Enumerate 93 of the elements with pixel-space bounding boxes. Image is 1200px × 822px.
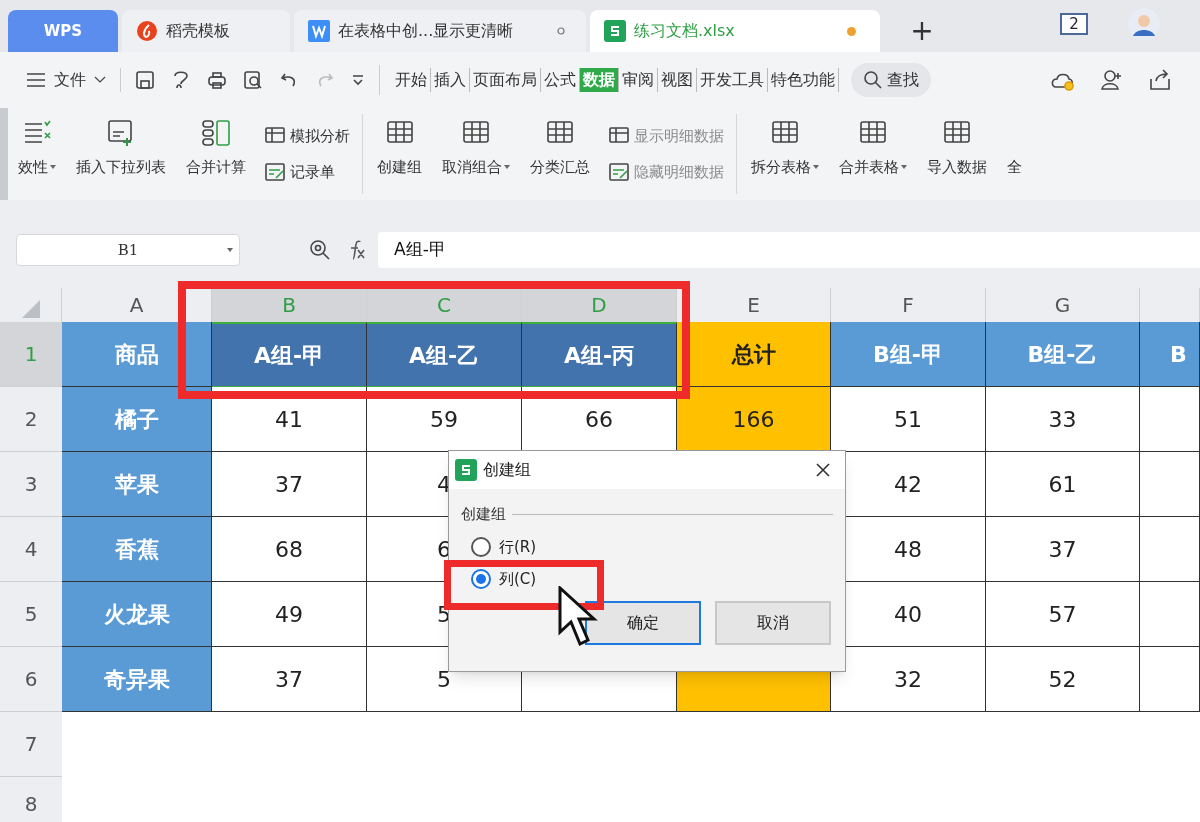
- export-icon[interactable]: [1148, 69, 1172, 91]
- table-cell: B组-乙: [986, 322, 1140, 387]
- share-user-icon[interactable]: [1100, 69, 1124, 91]
- writer-logo-icon: [308, 20, 330, 42]
- search-icon: [863, 70, 883, 90]
- tab-label: 在表格中创...显示更清晰: [338, 20, 514, 42]
- row-header[interactable]: 7: [0, 712, 62, 777]
- menu-tab[interactable]: 视图: [658, 68, 697, 92]
- table-cell: 37: [212, 647, 367, 712]
- radio-button[interactable]: [471, 536, 491, 557]
- more-icon[interactable]: [351, 73, 365, 87]
- table-cell: 火龙果: [62, 582, 212, 647]
- flame-logo-icon: [136, 20, 158, 42]
- table-cell: 37: [212, 452, 367, 517]
- menu-tab[interactable]: 页面布局: [470, 68, 541, 92]
- table-cell: 总计: [677, 322, 831, 387]
- avatar-icon[interactable]: [1128, 8, 1160, 40]
- form-edit-icon: [264, 162, 286, 183]
- radio-button[interactable]: [471, 569, 491, 590]
- close-icon[interactable]: [815, 462, 831, 478]
- search-button[interactable]: 查找: [851, 63, 931, 97]
- row-header[interactable]: 4: [0, 517, 62, 582]
- row-header[interactable]: 3: [0, 452, 62, 517]
- table-cell: 68: [212, 517, 367, 582]
- zoom-icon[interactable]: [308, 238, 332, 262]
- table-cell: B: [1140, 322, 1200, 387]
- table-cell: 32: [831, 647, 986, 712]
- print-preview-icon[interactable]: [243, 70, 263, 90]
- table-cell: 49: [212, 582, 367, 647]
- ribbon-button[interactable]: 合并计算: [176, 108, 256, 200]
- print-icon[interactable]: [207, 70, 227, 90]
- formula-field[interactable]: A组-甲: [378, 232, 1200, 268]
- table-cell: 33: [986, 387, 1140, 452]
- table-cell: 37: [986, 517, 1140, 582]
- merge-icon: [201, 118, 231, 148]
- form-edit-icon: [608, 162, 630, 183]
- ribbon-button[interactable]: 效性: [8, 108, 66, 200]
- table-cell: 52: [986, 647, 1140, 712]
- menu-tab[interactable]: 审阅: [619, 68, 658, 92]
- window-count[interactable]: 2: [1060, 13, 1088, 35]
- ribbon-button[interactable]: 插入下拉列表: [66, 108, 176, 200]
- ribbon-button[interactable]: 拆分表格: [741, 108, 829, 200]
- table-cell: B组-甲: [831, 322, 986, 387]
- table-cell: 苹果: [62, 452, 212, 517]
- table-cell: 57: [986, 582, 1140, 647]
- row-header[interactable]: 5: [0, 582, 62, 647]
- tab[interactable]: 稻壳模板: [122, 10, 290, 52]
- ribbon-button[interactable]: 模拟分析: [264, 124, 350, 147]
- table-cell: 橘子: [62, 387, 212, 452]
- ribbon-button[interactable]: 取消组合: [432, 108, 520, 200]
- menu-tab[interactable]: 开始: [392, 68, 431, 92]
- ribbon-button[interactable]: 分类汇总: [520, 108, 600, 200]
- table-cell: A组-乙: [367, 322, 522, 387]
- table-cell: 奇异果: [62, 647, 212, 712]
- ribbon-button[interactable]: 合并表格: [829, 108, 917, 200]
- table-icon: [264, 125, 286, 146]
- format-painter-icon[interactable]: [171, 70, 191, 90]
- table-cell: 商品: [62, 322, 212, 387]
- ribbon-button[interactable]: 记录单: [264, 161, 350, 184]
- table-cell: A组-丙: [522, 322, 677, 387]
- table-cell: [1140, 582, 1200, 647]
- row-header[interactable]: 8: [0, 777, 62, 822]
- ribbon-button[interactable]: 导入数据: [917, 108, 997, 200]
- menu-tab[interactable]: 开发工具: [697, 68, 768, 92]
- ribbon-button[interactable]: 创建组: [367, 108, 432, 200]
- dialog-button[interactable]: 取消: [715, 600, 831, 645]
- new-tab-button[interactable]: +: [894, 10, 950, 52]
- ribbon-button[interactable]: 全: [997, 108, 1032, 200]
- table-cell: 61: [986, 452, 1140, 517]
- menu-icon: [26, 72, 46, 88]
- table-icon: [608, 125, 630, 146]
- tab[interactable]: 在表格中创...显示更清晰: [294, 10, 586, 52]
- table-cell: A组-甲: [212, 322, 367, 387]
- tab-label: 练习文档.xlsx: [634, 20, 735, 42]
- menu-tab[interactable]: 插入: [431, 68, 470, 92]
- row-header[interactable]: 6: [0, 647, 62, 712]
- file-menu-button[interactable]: 文件: [26, 68, 121, 92]
- table-cell: [1140, 517, 1200, 582]
- name-box[interactable]: B1: [16, 234, 240, 266]
- sheet-logo-icon: [455, 459, 477, 481]
- sheet-logo-icon: [604, 20, 626, 42]
- menu-tab[interactable]: 特色功能: [768, 68, 839, 92]
- tab-label: 稻壳模板: [166, 20, 230, 42]
- save-icon[interactable]: [135, 70, 155, 90]
- table-cell: [1140, 647, 1200, 712]
- tab[interactable]: 练习文档.xlsx: [590, 10, 880, 52]
- table-cell: [1140, 387, 1200, 452]
- table-cell: [1140, 452, 1200, 517]
- table-cell: 166: [677, 387, 831, 452]
- dialog-button[interactable]: 确定: [585, 600, 701, 645]
- table-cell: 香蕉: [62, 517, 212, 582]
- row-header[interactable]: 2: [0, 387, 62, 452]
- caret-icon: [94, 76, 106, 84]
